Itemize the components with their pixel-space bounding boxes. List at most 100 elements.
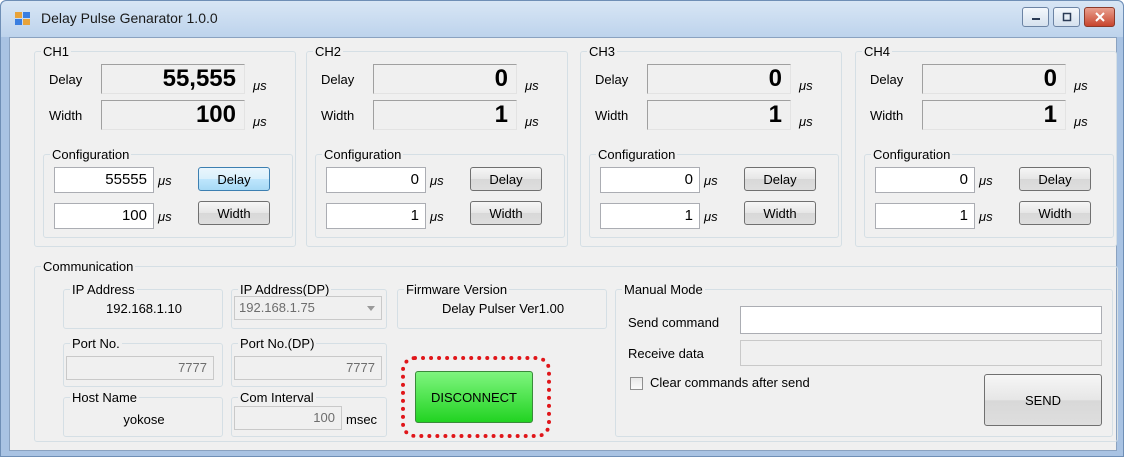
channel-group-4: CH4 Delay 0 μs Width 1 μs Configuration 0 μs Delay… xyxy=(855,44,1117,247)
config-delay-unit: μs xyxy=(430,173,444,188)
config-width-input[interactable]: 1 xyxy=(600,203,700,229)
send-button[interactable]: SEND xyxy=(984,374,1102,426)
ip-dp-select[interactable]: 192.168.1.75 xyxy=(234,296,382,320)
delay-readout: 55,555 xyxy=(101,64,245,94)
ip-address-label: IP Address xyxy=(70,282,137,297)
config-width-unit: μs xyxy=(158,209,172,224)
receive-data-field[interactable] xyxy=(740,340,1102,366)
config-width-input[interactable]: 1 xyxy=(875,203,975,229)
width-readout: 100 xyxy=(101,100,245,130)
config-delay-input[interactable]: 0 xyxy=(326,167,426,193)
set-delay-button[interactable]: Delay xyxy=(470,167,542,191)
delay-unit: μs xyxy=(799,78,813,93)
manual-mode-label: Manual Mode xyxy=(622,282,705,297)
width-unit: μs xyxy=(799,114,813,129)
width-unit: μs xyxy=(525,114,539,129)
delay-unit: μs xyxy=(253,78,267,93)
client-area: CH1 Delay 55,555 μs Width 100 μs Configuration 5… xyxy=(9,37,1118,451)
width-label: Width xyxy=(870,108,904,123)
set-width-button[interactable]: Width xyxy=(198,201,270,225)
config-width-unit: μs xyxy=(704,209,718,224)
configuration-group: Configuration 0 μs Delay 1 μs Width xyxy=(864,147,1114,238)
ip-address-group: IP Address 192.168.1.10 xyxy=(63,282,223,329)
configuration-label: Configuration xyxy=(871,147,953,162)
width-label: Width xyxy=(595,108,629,123)
port-dp-label: Port No.(DP) xyxy=(238,336,317,351)
width-unit: μs xyxy=(1074,114,1088,129)
minimize-icon xyxy=(1031,18,1040,20)
app-icon xyxy=(15,12,30,25)
host-group: Host Name yokose xyxy=(63,390,223,437)
channel-title: CH1 xyxy=(41,44,72,59)
close-button[interactable] xyxy=(1084,7,1115,27)
width-readout: 1 xyxy=(373,100,517,130)
configuration-group: Configuration 55555 μs Delay 100 μs Width xyxy=(43,147,293,238)
title-bar[interactable]: Delay Pulse Genarator 1.0.0 xyxy=(1,1,1123,37)
set-delay-button[interactable]: Delay xyxy=(744,167,816,191)
width-readout: 1 xyxy=(922,100,1066,130)
interval-group: Com Interval 100 msec xyxy=(231,390,387,437)
set-width-button[interactable]: Width xyxy=(1019,201,1091,225)
config-width-unit: μs xyxy=(979,209,993,224)
config-width-input[interactable]: 1 xyxy=(326,203,426,229)
minimize-button[interactable] xyxy=(1022,7,1049,27)
communication-label: Communication xyxy=(41,259,136,274)
port-field[interactable]: 7777 xyxy=(66,356,214,380)
set-width-button[interactable]: Width xyxy=(744,201,816,225)
manual-mode-group: Manual Mode Send command Receive data Cl… xyxy=(615,282,1113,437)
delay-label: Delay xyxy=(595,72,629,87)
configuration-label: Configuration xyxy=(596,147,678,162)
channel-group-1: CH1 Delay 55,555 μs Width 100 μs Configuration 5… xyxy=(34,44,296,247)
channel-title: CH2 xyxy=(313,44,344,59)
firmware-value: Delay Pulser Ver1.00 xyxy=(441,301,565,316)
delay-unit: μs xyxy=(525,78,539,93)
interval-label: Com Interval xyxy=(238,390,316,405)
config-width-unit: μs xyxy=(430,209,444,224)
send-command-label: Send command xyxy=(628,315,720,330)
set-delay-button[interactable]: Delay xyxy=(198,167,270,191)
width-readout: 1 xyxy=(647,100,791,130)
firmware-label: Firmware Version xyxy=(404,282,510,297)
disconnect-button[interactable]: DISCONNECT xyxy=(415,371,533,423)
channel-title: CH3 xyxy=(587,44,618,59)
firmware-group: Firmware Version Delay Pulser Ver1.00 xyxy=(397,282,607,329)
delay-readout: 0 xyxy=(373,64,517,94)
maximize-button[interactable] xyxy=(1053,7,1080,27)
set-delay-button[interactable]: Delay xyxy=(1019,167,1091,191)
configuration-group: Configuration 0 μs Delay 1 μs Width xyxy=(315,147,565,238)
configuration-label: Configuration xyxy=(322,147,404,162)
set-width-button[interactable]: Width xyxy=(470,201,542,225)
config-delay-input[interactable]: 0 xyxy=(600,167,700,193)
delay-label: Delay xyxy=(49,72,83,87)
port-dp-group: Port No.(DP) 7777 xyxy=(231,336,387,387)
width-unit: μs xyxy=(253,114,267,129)
config-delay-input[interactable]: 0 xyxy=(875,167,975,193)
config-delay-unit: μs xyxy=(158,173,172,188)
delay-label: Delay xyxy=(321,72,355,87)
config-delay-input[interactable]: 55555 xyxy=(54,167,154,193)
window-title: Delay Pulse Genarator 1.0.0 xyxy=(41,10,218,26)
chevron-down-icon xyxy=(367,306,375,311)
host-value: yokose xyxy=(123,412,165,427)
channel-title: CH4 xyxy=(862,44,893,59)
host-label: Host Name xyxy=(70,390,140,405)
configuration-label: Configuration xyxy=(50,147,132,162)
delay-unit: μs xyxy=(1074,78,1088,93)
config-delay-unit: μs xyxy=(979,173,993,188)
communication-group: Communication IP Address 192.168.1.10 IP… xyxy=(34,259,1118,442)
ip-dp-group: IP Address(DP) 192.168.1.75 xyxy=(231,282,387,329)
interval-field[interactable]: 100 xyxy=(234,406,342,430)
channel-group-3: CH3 Delay 0 μs Width 1 μs Configuration 0 μs Delay… xyxy=(580,44,842,247)
port-label: Port No. xyxy=(70,336,122,351)
config-width-input[interactable]: 100 xyxy=(54,203,154,229)
clear-commands-checkbox[interactable] xyxy=(630,377,643,390)
ip-dp-label: IP Address(DP) xyxy=(238,282,332,297)
close-icon xyxy=(1094,12,1105,22)
receive-data-label: Receive data xyxy=(628,346,704,361)
port-dp-field[interactable]: 7777 xyxy=(234,356,382,380)
config-delay-unit: μs xyxy=(704,173,718,188)
app-window: Delay Pulse Genarator 1.0.0 CH1 Delay 55,5… xyxy=(0,0,1124,457)
delay-label: Delay xyxy=(870,72,904,87)
send-command-input[interactable] xyxy=(740,306,1102,334)
interval-unit: msec xyxy=(346,412,378,427)
